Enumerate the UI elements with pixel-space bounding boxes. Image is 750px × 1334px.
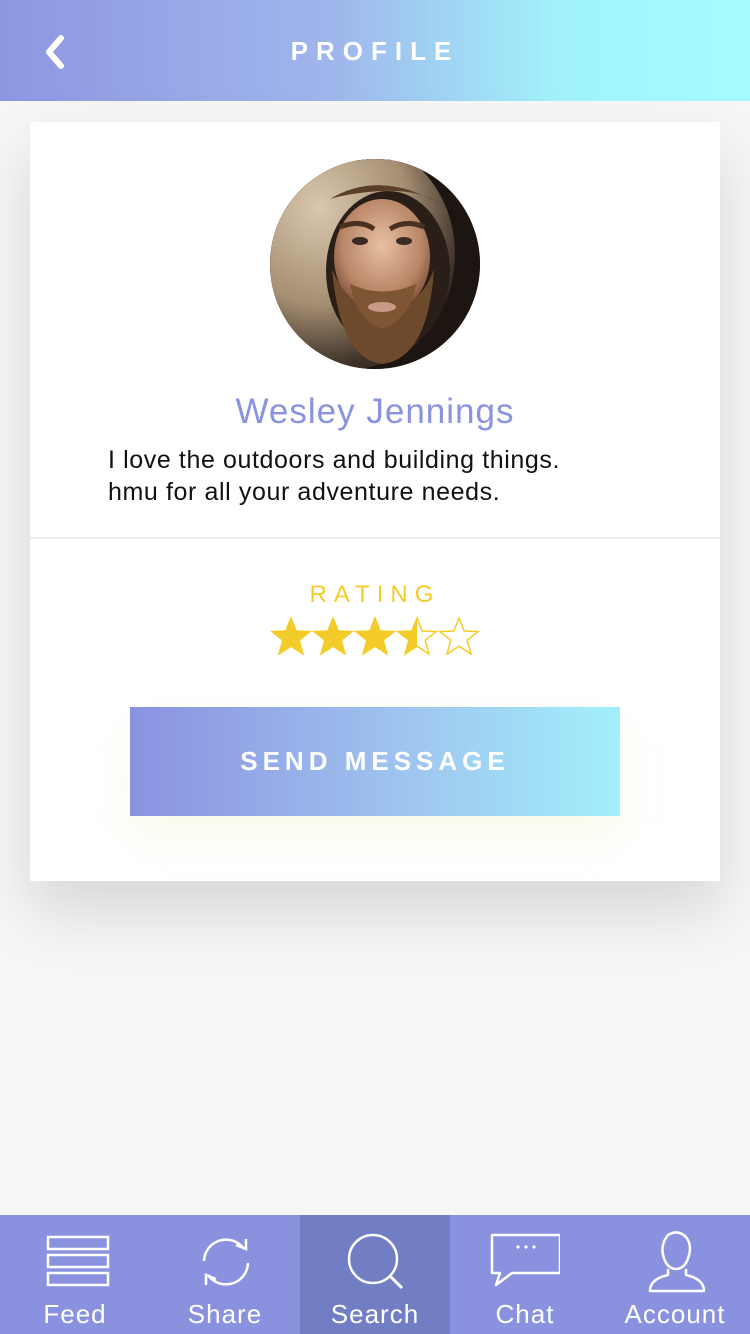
tab-search[interactable]: Search xyxy=(300,1215,450,1334)
avatar xyxy=(270,159,480,369)
star-full-icon xyxy=(354,616,396,656)
app-header: PROFILE xyxy=(0,0,750,101)
tab-label: Chat xyxy=(495,1299,555,1329)
search-icon xyxy=(347,1233,404,1290)
page-title: PROFILE xyxy=(290,36,460,66)
tab-label: Account xyxy=(624,1299,726,1329)
star-rating xyxy=(270,616,480,660)
star-full-icon xyxy=(312,616,354,656)
tab-label: Search xyxy=(330,1299,420,1329)
profile-name: Wesley Jennings xyxy=(235,392,515,431)
tab-share[interactable]: Share xyxy=(150,1215,300,1334)
profile-card: Wesley Jennings I love the outdoors and … xyxy=(30,122,720,881)
send-message-label: SEND MESSAGE xyxy=(240,746,510,776)
user-icon xyxy=(648,1231,706,1293)
send-message-button[interactable]: SEND MESSAGE xyxy=(130,707,620,816)
divider xyxy=(30,537,720,539)
rating-label: RATING xyxy=(309,581,441,608)
tab-label: Feed xyxy=(43,1299,107,1329)
chat-bubble-icon xyxy=(490,1233,560,1287)
bio-line: hmu for all your adventure needs. xyxy=(108,478,501,506)
tab-feed[interactable]: Feed xyxy=(0,1215,150,1334)
tab-chat[interactable]: Chat xyxy=(450,1215,600,1334)
tab-account[interactable]: Account xyxy=(600,1215,750,1334)
star-empty-icon xyxy=(438,616,480,656)
star-half-icon xyxy=(396,616,438,656)
star-full-icon xyxy=(270,616,312,656)
bio-line: I love the outdoors and building things. xyxy=(108,446,561,474)
profile-bio: I love the outdoors and building things.… xyxy=(108,444,668,508)
avatar-photo xyxy=(270,159,480,369)
tab-bar: Feed Share Search Chat Account xyxy=(0,1215,750,1334)
refresh-icon xyxy=(202,1238,250,1286)
tab-label: Share xyxy=(187,1299,263,1329)
list-icon xyxy=(46,1235,110,1287)
